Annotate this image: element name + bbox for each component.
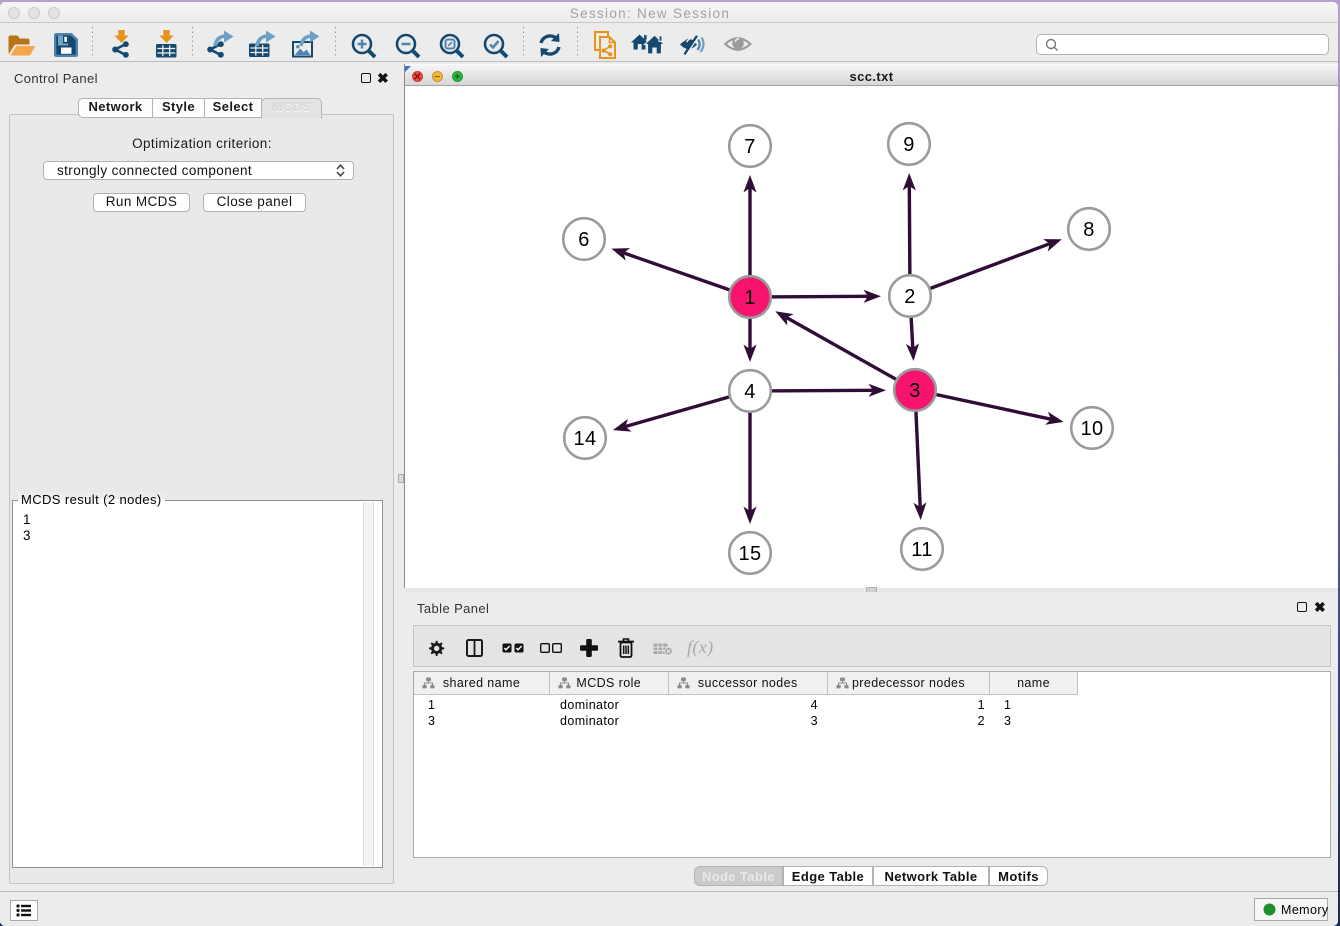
svg-text:7: 7 [744,136,756,158]
svg-text:11: 11 [911,539,933,561]
svg-text:14: 14 [573,428,596,450]
svg-text:10: 10 [1080,418,1103,440]
svg-text:15: 15 [738,543,761,565]
svg-text:8: 8 [1083,219,1095,241]
svg-text:6: 6 [578,229,590,251]
svg-text:9: 9 [903,134,915,156]
svg-text:3: 3 [909,380,921,402]
svg-text:4: 4 [744,381,756,403]
svg-text:1: 1 [744,287,756,309]
svg-text:2: 2 [904,286,916,308]
svg-text:f(x): f(x) [687,638,714,658]
